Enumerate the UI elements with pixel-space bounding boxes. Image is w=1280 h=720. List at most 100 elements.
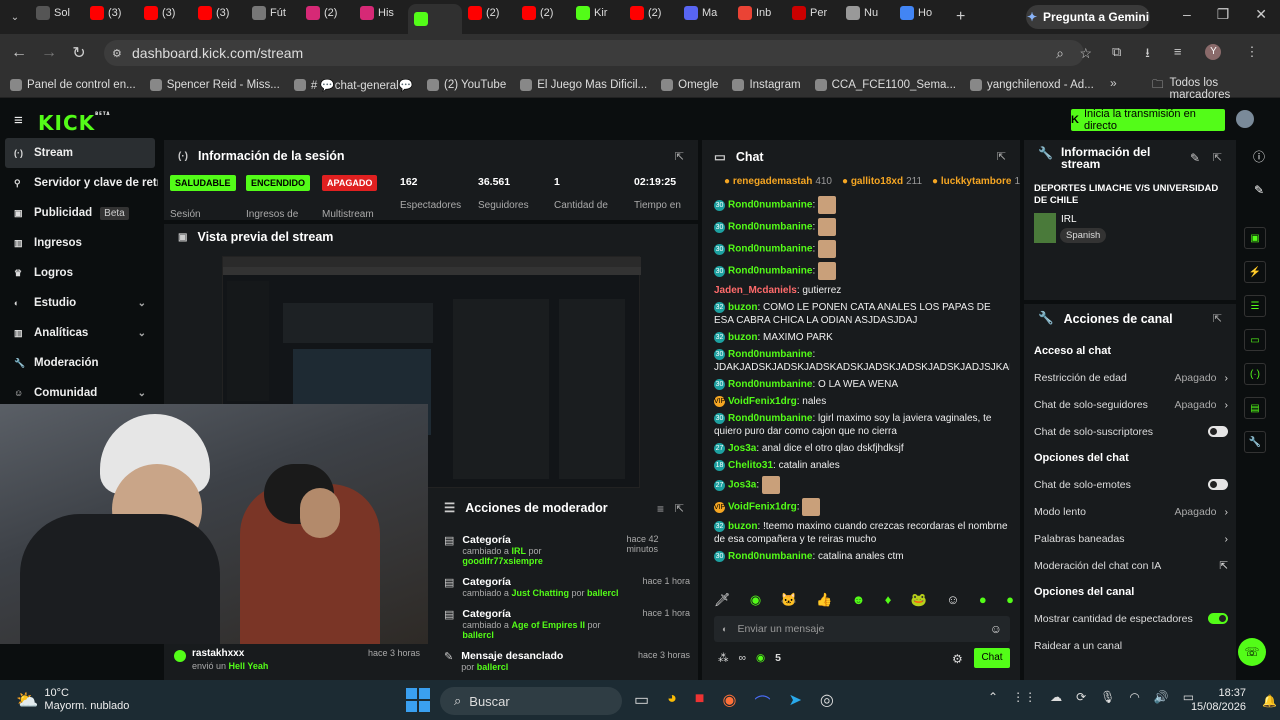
- emote-icon[interactable]: ☺: [946, 592, 959, 608]
- volume-icon[interactable]: 🔊: [1154, 690, 1169, 704]
- browser-tab[interactable]: Per: [786, 0, 840, 26]
- reload-icon[interactable]: ↻: [64, 43, 94, 63]
- forward-icon[interactable]: →: [34, 44, 64, 62]
- chat-message[interactable]: 30 Rond0numbanine: catalina anales ctm: [714, 550, 1010, 563]
- emote-icon[interactable]: ●: [979, 592, 987, 608]
- chat-message[interactable]: 30 Rond0numbanine:: [714, 218, 1010, 236]
- emote-image[interactable]: [818, 196, 837, 214]
- emote-image[interactable]: [802, 498, 821, 516]
- kick-logo[interactable]: KICKBETA: [38, 111, 110, 135]
- chevron-down-icon[interactable]: ⌄: [138, 328, 146, 339]
- cloud-icon[interactable]: ☁: [1050, 690, 1062, 704]
- browser-tab[interactable]: Kir: [570, 0, 624, 26]
- emote-icon[interactable]: 🐱: [781, 592, 797, 608]
- gemini-button[interactable]: ✦ Pregunta a Gemini: [1026, 5, 1150, 29]
- taskbar-search[interactable]: ⌕ Buscar: [440, 687, 622, 715]
- mod-username[interactable]: ballercl: [587, 588, 619, 598]
- chat-username[interactable]: Rond0numbanine: [728, 349, 812, 360]
- telegram-icon[interactable]: ➤: [788, 690, 801, 714]
- zoom-icon[interactable]: ⌕: [1056, 45, 1064, 62]
- chat-message[interactable]: 27 Jos3a:: [714, 476, 1010, 494]
- chat-message[interactable]: VIP VoidFenix1drg:: [714, 498, 1010, 516]
- chat-username[interactable]: Jaden_Mcdaniels: [714, 285, 797, 296]
- grid-icon[interactable]: ⋮⋮: [1012, 690, 1036, 704]
- bolt-icon[interactable]: ⚡: [1244, 261, 1266, 283]
- emote-icon[interactable]: ☻: [852, 592, 866, 608]
- user-avatar[interactable]: [1236, 110, 1254, 128]
- chat-username[interactable]: Rond0numbanine: [728, 413, 812, 424]
- browser-tab[interactable]: (2): [462, 0, 516, 26]
- browser-tab[interactable]: His: [354, 0, 408, 26]
- hamburger-icon[interactable]: ≡: [14, 112, 23, 129]
- popout-icon[interactable]: ⇱: [675, 502, 684, 515]
- channel-setting-row[interactable]: Moderación del chat con IA ⇱: [1034, 552, 1228, 579]
- chat-message[interactable]: 32 buzon: MAXIMO PARK: [714, 331, 1010, 344]
- channel-setting-row[interactable]: Raidear a un canal: [1034, 632, 1228, 659]
- support-chat-icon[interactable]: ☏: [1238, 638, 1266, 666]
- popout-icon[interactable]: ⇱: [997, 150, 1006, 163]
- chat-username[interactable]: Rond0numbanine: [728, 200, 812, 211]
- close-icon[interactable]: ✕: [1255, 6, 1267, 28]
- chat-input[interactable]: ◐ Enviar un mensaje ☺: [714, 616, 1010, 642]
- top-gifter[interactable]: ● renegademastah 410: [724, 176, 832, 187]
- windows-start-icon[interactable]: [406, 688, 430, 712]
- browser-tab[interactable]: Fút: [246, 0, 300, 26]
- chat-message[interactable]: Jaden_Mcdaniels: gutierrez: [714, 284, 1010, 297]
- browser-tab[interactable]: (2): [624, 0, 678, 26]
- browser-tab[interactable]: Ho: [894, 0, 948, 26]
- settings-icon[interactable]: ⚙: [952, 652, 963, 666]
- notification-icon[interactable]: 🔔: [1262, 694, 1277, 708]
- chevron-right-icon[interactable]: ›: [1225, 372, 1229, 384]
- broadcast-icon[interactable]: (·): [1244, 363, 1266, 385]
- browser-tab[interactable]: [408, 4, 462, 34]
- toggle-switch[interactable]: [1208, 479, 1228, 490]
- chat-username[interactable]: VoidFenix1drg: [728, 396, 797, 407]
- emote-image[interactable]: [761, 476, 780, 494]
- chat-username[interactable]: Rond0numbanine: [728, 551, 812, 562]
- bookmark-item[interactable]: # 💬chat-general💬: [293, 78, 413, 92]
- chat-message[interactable]: 30 Rond0numbanine:: [714, 196, 1010, 214]
- extensions-icon[interactable]: ⧉: [1112, 44, 1121, 66]
- app-red-icon[interactable]: ■: [695, 690, 705, 714]
- profile-avatar[interactable]: Y: [1205, 44, 1222, 60]
- bookmark-item[interactable]: Spencer Reid - Miss...: [149, 78, 280, 91]
- media-icon[interactable]: ≡: [1174, 44, 1182, 66]
- emote-icon[interactable]: ●: [1006, 592, 1014, 608]
- chat-username[interactable]: buzon: [728, 521, 757, 532]
- wifi-icon[interactable]: ◠: [1129, 690, 1139, 704]
- chat-username[interactable]: Rond0numbanine: [728, 222, 812, 233]
- list-icon[interactable]: ☰: [1244, 295, 1266, 317]
- channel-setting-row[interactable]: Palabras baneadas ›: [1034, 525, 1228, 552]
- bookmark-item[interactable]: CCA_FCE1100_Sema...: [814, 78, 956, 91]
- emote-icon[interactable]: 👍: [816, 592, 832, 608]
- info-icon[interactable]: ⓘ: [1244, 148, 1274, 165]
- edit-icon[interactable]: ✎: [1190, 151, 1200, 165]
- send-chat-button[interactable]: Chat: [974, 648, 1010, 668]
- chat-username[interactable]: buzon: [728, 302, 757, 313]
- bookmark-item[interactable]: (2) YouTube: [426, 78, 506, 91]
- more-bookmarks-icon[interactable]: »: [1110, 76, 1117, 90]
- obs-icon[interactable]: ◎: [820, 690, 834, 714]
- sidebar-item-servidor[interactable]: ⚲Servidor y clave de retran: [0, 168, 160, 198]
- top-gifter[interactable]: ● luckkytambore12: [932, 176, 1020, 187]
- chat-message[interactable]: 30 Rond0numbanine: O LA WEA WENA: [714, 378, 1010, 391]
- chat-message[interactable]: 30 Rond0numbanine: JDAKJADSKJADSKJADSKADS…: [714, 348, 1010, 374]
- sidebar-item-ingresos[interactable]: ▥ Ingresos: [0, 228, 160, 258]
- channel-setting-row[interactable]: Chat de solo-suscriptores: [1034, 418, 1228, 445]
- chat-message[interactable]: 32 buzon: !teemo maximo cuando crezcas re…: [714, 520, 1010, 546]
- chat-username[interactable]: Jos3a: [728, 480, 756, 491]
- chat-username[interactable]: Jos3a: [728, 443, 756, 454]
- chat-username[interactable]: Rond0numbanine: [728, 244, 812, 255]
- bookmark-item[interactable]: Omegle: [661, 78, 718, 91]
- link-icon[interactable]: ∞: [739, 652, 747, 664]
- sidebar-item-analíticas[interactable]: ▥ Analíticas ⌄: [0, 318, 160, 348]
- emote-icon[interactable]: 🐸: [911, 592, 927, 608]
- chat-username[interactable]: Rond0numbanine: [728, 379, 812, 390]
- chat-message[interactable]: VIP VoidFenix1drg: nales: [714, 395, 1010, 408]
- emote-image[interactable]: [818, 240, 837, 258]
- minimize-icon[interactable]: –: [1183, 6, 1191, 28]
- chat-message[interactable]: 30 Rond0numbanine: lgirl maximo soy la ja…: [714, 412, 1010, 438]
- browser-tab[interactable]: (3): [192, 0, 246, 26]
- chevron-right-icon[interactable]: ›: [1225, 399, 1229, 411]
- browser-tab[interactable]: Inb: [732, 0, 786, 26]
